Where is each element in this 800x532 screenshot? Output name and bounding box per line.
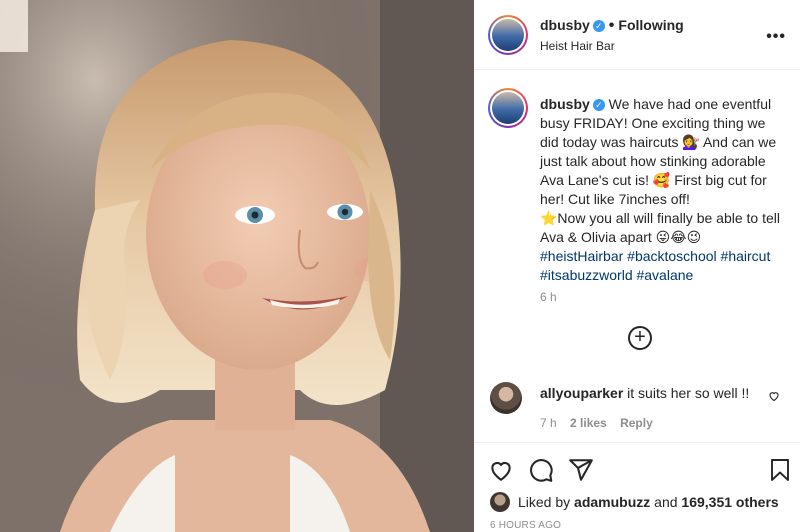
caption-text: dbusby ✓ We have had one eventful busy FR… — [540, 95, 785, 285]
comment-likes[interactable]: 2 likes — [570, 416, 607, 430]
comment-item: allyouparker it suits her so well !! — [540, 385, 760, 401]
liker-avatar[interactable] — [490, 492, 510, 512]
commenter-username[interactable]: allyouparker — [540, 385, 623, 401]
likes-and: and — [654, 494, 678, 510]
author-line: dbusby ✓ • Following — [540, 17, 684, 35]
caption-time[interactable]: 6 h — [540, 290, 557, 304]
more-options-icon[interactable]: ••• — [766, 28, 786, 46]
action-bar: Liked by adamubuzz and 169,351 others — [474, 442, 800, 532]
portrait-image — [0, 0, 474, 532]
author-avatar[interactable] — [488, 15, 528, 55]
reply-button[interactable]: Reply — [620, 416, 653, 430]
caption-body-2: ⭐Now you all will finally be able to tel… — [540, 210, 780, 245]
verified-badge-icon: ✓ — [592, 20, 605, 32]
author-username[interactable]: dbusby — [540, 17, 590, 33]
caption-avatar[interactable] — [488, 88, 528, 128]
location-link[interactable]: Heist Hair Bar — [540, 39, 615, 53]
post-photo[interactable] — [0, 0, 474, 532]
heart-icon[interactable] — [768, 390, 780, 402]
post-timestamp[interactable]: 6 HOURS AGO — [490, 520, 561, 531]
following-button[interactable]: Following — [618, 17, 683, 33]
likes-count[interactable]: 169,351 others — [681, 494, 778, 510]
liker-username[interactable]: adamubuzz — [574, 494, 650, 510]
share-icon[interactable] — [568, 457, 594, 483]
bookmark-icon[interactable] — [768, 457, 792, 483]
post-details-panel: dbusby ✓ • Following Heist Hair Bar ••• dbu… — [474, 0, 800, 532]
caption-body: We have had one eventful busy FRIDAY! On… — [540, 96, 777, 207]
likes-prefix: Liked by — [518, 494, 571, 510]
comment-time[interactable]: 7 h — [540, 416, 557, 430]
follow-separator: • — [608, 17, 615, 34]
verified-badge-icon: ✓ — [592, 99, 605, 111]
heart-icon[interactable] — [488, 457, 514, 483]
caption-hashtags[interactable]: #heistHairbar #backtoschool #haircut #it… — [540, 248, 770, 283]
post-header: dbusby ✓ • Following Heist Hair Bar ••• — [474, 0, 800, 70]
comment-meta: 7 h 2 likes Reply — [540, 416, 663, 430]
caption-username[interactable]: dbusby — [540, 96, 590, 112]
comment-icon[interactable] — [528, 457, 554, 483]
plus-circle-icon[interactable]: + — [628, 326, 652, 350]
commenter-avatar[interactable] — [490, 382, 522, 414]
comment-text: it suits her so well !! — [627, 385, 750, 401]
likes-summary[interactable]: Liked by adamubuzz and 169,351 others — [518, 494, 779, 510]
